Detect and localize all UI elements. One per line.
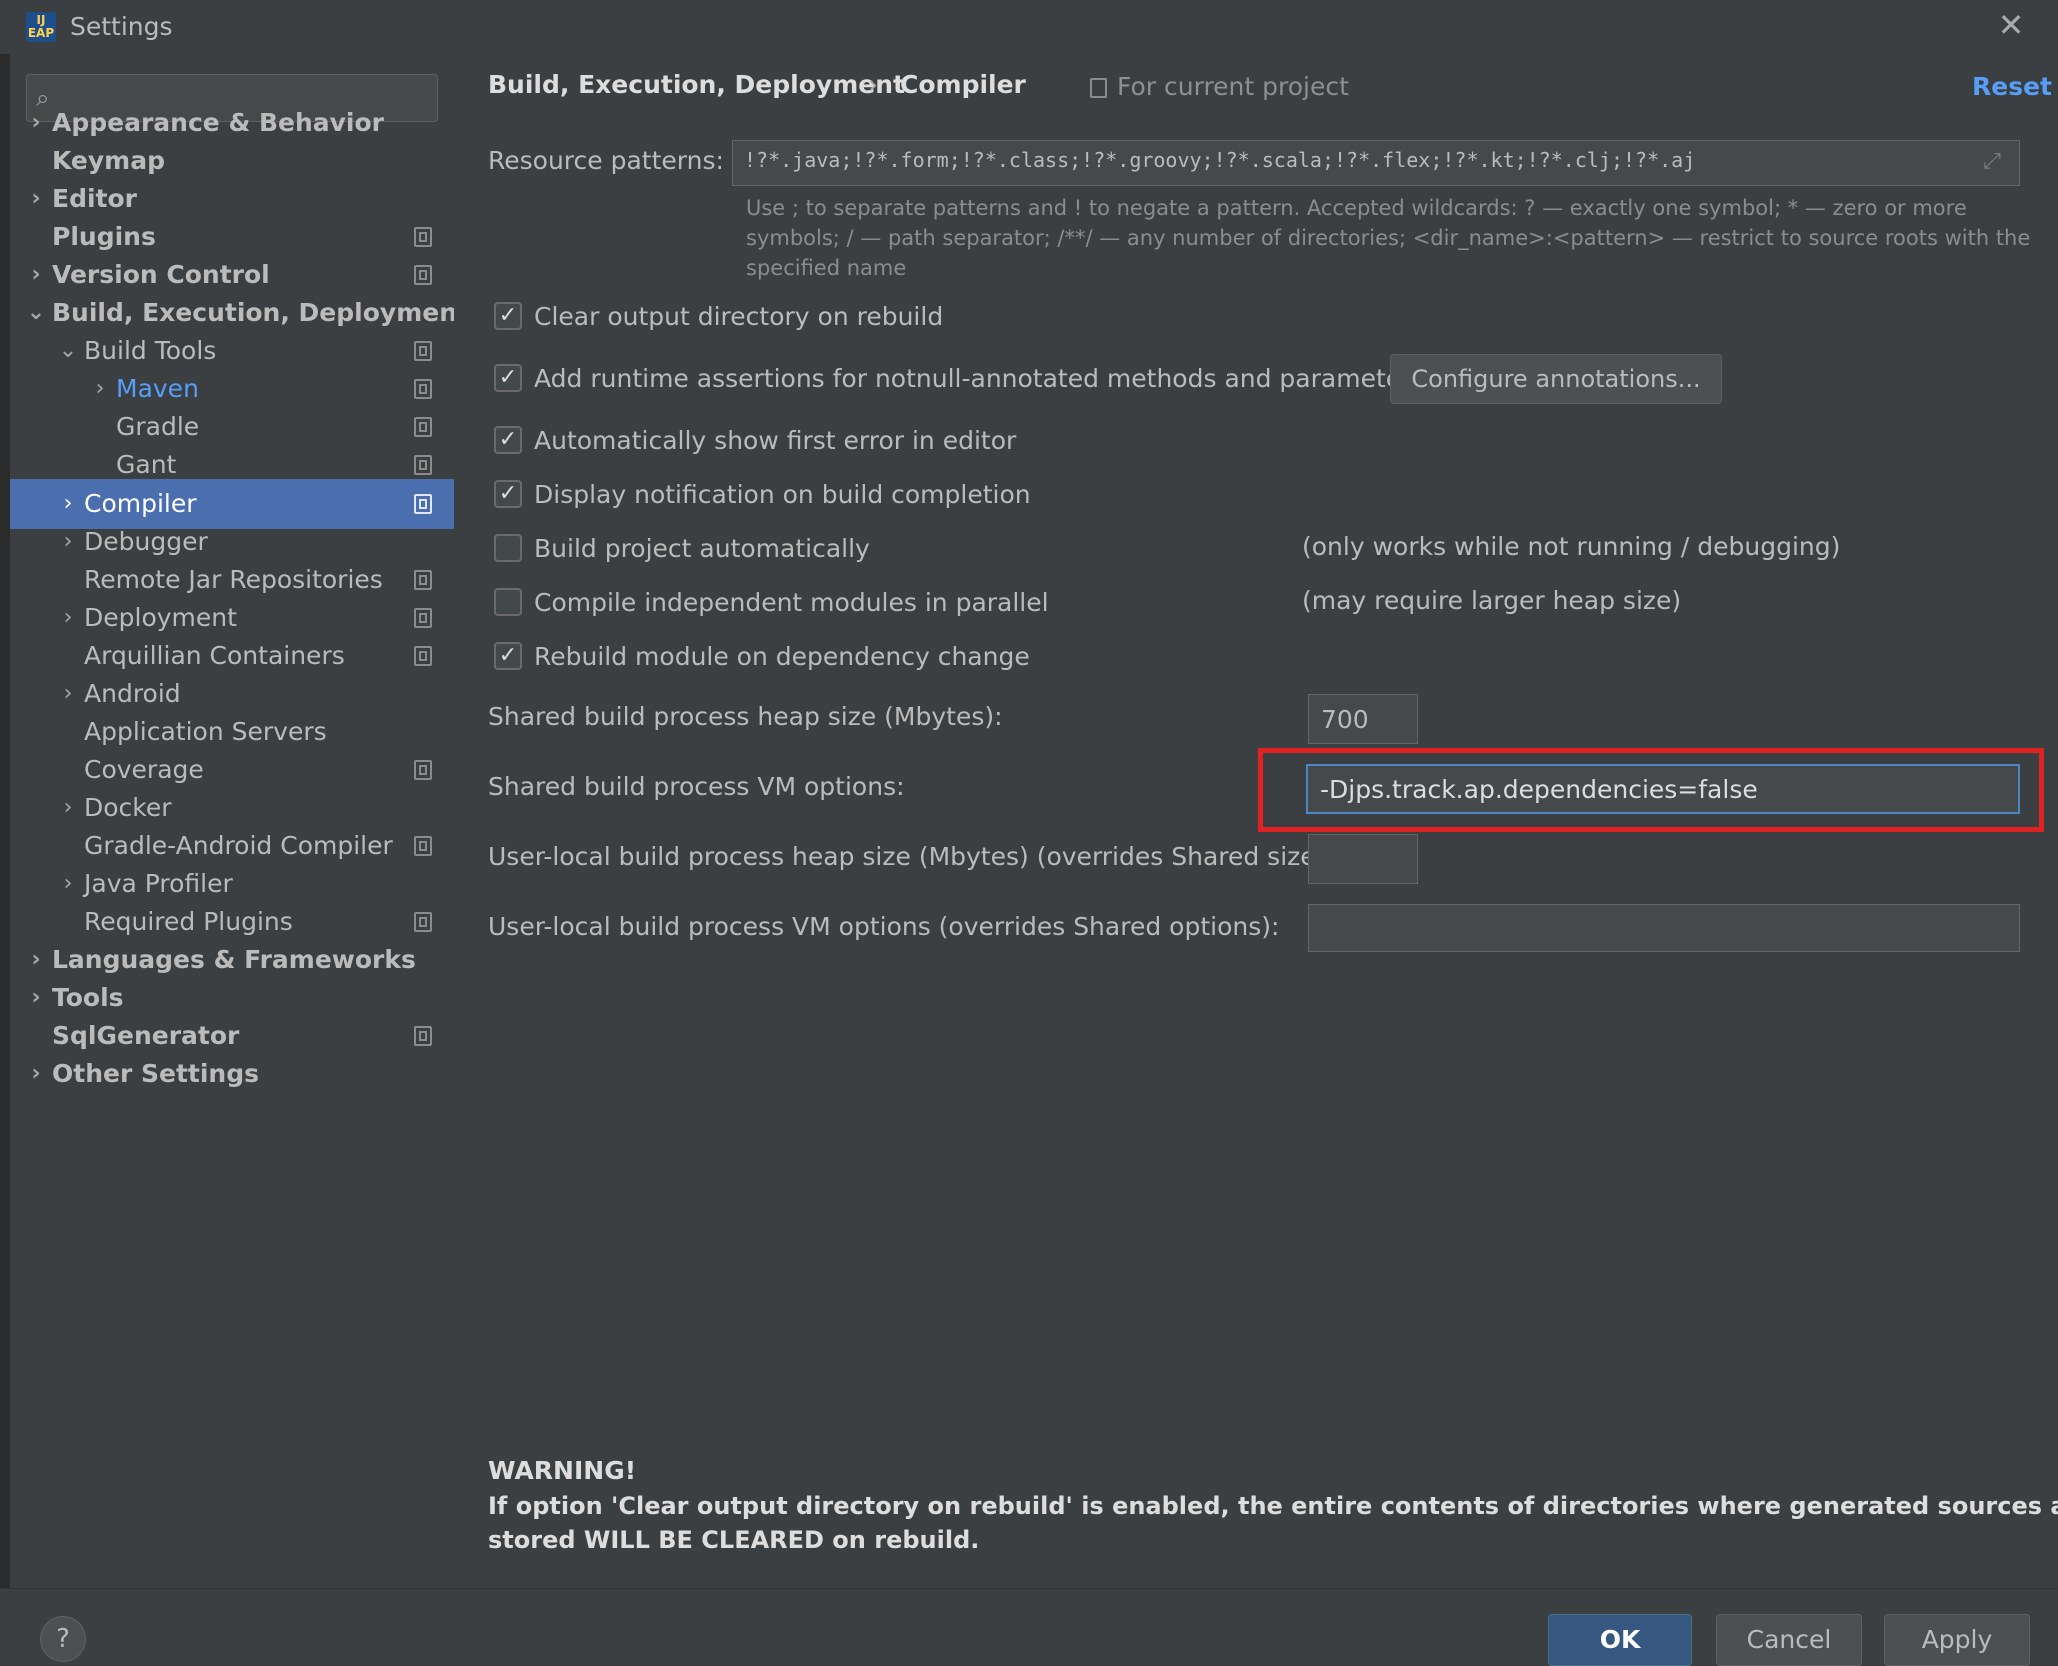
cancel-button[interactable]: Cancel bbox=[1716, 1614, 1862, 1666]
project-scope-icon bbox=[414, 608, 432, 628]
annotation-highlight-box bbox=[1258, 748, 2044, 832]
warning-text: If option 'Clear output directory on reb… bbox=[488, 1492, 2058, 1520]
chevron-right-icon: › bbox=[31, 1061, 41, 1086]
sidebar-item-other-settings[interactable]: › Other Settings bbox=[10, 1049, 454, 1099]
apply-button[interactable]: Apply bbox=[1884, 1614, 2030, 1666]
clear-output-label: Clear output directory on rebuild bbox=[534, 302, 944, 331]
background-editor-strip bbox=[0, 54, 10, 1642]
resource-patterns-value[interactable]: !?*.java;!?*.form;!?*.class;!?*.groovy;!… bbox=[744, 148, 1695, 172]
shared-heap-input[interactable]: 700 bbox=[1308, 694, 1418, 744]
shared-vm-label: Shared build process VM options: bbox=[488, 772, 905, 801]
configure-annotations-button[interactable]: Configure annotations... bbox=[1390, 354, 1722, 404]
shared-heap-label: Shared build process heap size (Mbytes): bbox=[488, 702, 1003, 731]
project-scope-icon bbox=[414, 227, 432, 247]
local-heap-label: User-local build process heap size (Mbyt… bbox=[488, 842, 1334, 871]
warning-title: WARNING! bbox=[488, 1456, 637, 1485]
window-title: Settings bbox=[70, 12, 173, 41]
breadcrumb-parent[interactable]: Build, Execution, Deployment bbox=[488, 70, 905, 99]
resource-hint-line: Use ; to separate patterns and ! to nega… bbox=[746, 196, 1967, 220]
parallel-compile-note: (may require larger heap size) bbox=[1302, 586, 1682, 615]
show-first-error-label: Automatically show first error in editor bbox=[534, 426, 1017, 455]
breadcrumb-separator: › bbox=[868, 70, 878, 99]
parallel-compile-label: Compile independent modules in parallel bbox=[534, 588, 1049, 617]
project-scope-icon bbox=[414, 912, 432, 932]
local-vm-input[interactable] bbox=[1308, 904, 2020, 952]
build-automatically-label: Build project automatically bbox=[534, 534, 870, 563]
local-vm-label: User-local build process VM options (ove… bbox=[488, 912, 1280, 941]
close-icon[interactable]: ✕ bbox=[1994, 8, 2028, 42]
help-button[interactable]: ? bbox=[40, 1616, 86, 1662]
project-scope-icon bbox=[414, 455, 432, 475]
build-notification-label: Display notification on build completion bbox=[534, 480, 1031, 509]
title-bar bbox=[0, 0, 2058, 54]
show-first-error-checkbox[interactable]: ✓ bbox=[494, 426, 522, 454]
page-title: Compiler bbox=[900, 70, 1026, 99]
project-scope-icon bbox=[414, 417, 432, 437]
scope-label: For current project bbox=[1117, 72, 1349, 101]
resource-patterns-label: Resource patterns: bbox=[488, 146, 724, 175]
resource-hint-line: specified name bbox=[746, 256, 907, 280]
build-automatically-note: (only works while not running / debuggin… bbox=[1302, 532, 1841, 561]
build-notification-checkbox[interactable]: ✓ bbox=[494, 480, 522, 508]
reset-link[interactable]: Reset bbox=[1972, 72, 2052, 101]
expand-icon[interactable]: ⤢ bbox=[1978, 148, 2006, 176]
build-automatically-checkbox[interactable] bbox=[494, 534, 522, 562]
project-scope-icon bbox=[1090, 78, 1107, 98]
warning-text: stored WILL BE CLEARED on rebuild. bbox=[488, 1526, 980, 1554]
parallel-compile-checkbox[interactable] bbox=[494, 588, 522, 616]
local-heap-input[interactable] bbox=[1308, 834, 1418, 884]
sidebar-item-label: Other Settings bbox=[52, 1059, 259, 1088]
runtime-assertions-label: Add runtime assertions for notnull-annot… bbox=[534, 364, 1425, 393]
rebuild-on-dependency-checkbox[interactable]: ✓ bbox=[494, 642, 522, 670]
project-scope-icon bbox=[414, 1026, 432, 1046]
project-scope-icon bbox=[414, 494, 432, 514]
clear-output-checkbox[interactable]: ✓ bbox=[494, 302, 522, 330]
project-scope-icon bbox=[414, 570, 432, 590]
runtime-assertions-checkbox[interactable]: ✓ bbox=[494, 364, 522, 392]
project-scope-icon bbox=[414, 646, 432, 666]
rebuild-on-dependency-label: Rebuild module on dependency change bbox=[534, 642, 1030, 671]
project-scope-icon bbox=[414, 836, 432, 856]
project-scope-icon bbox=[414, 265, 432, 285]
project-scope-icon bbox=[414, 760, 432, 780]
project-scope-icon bbox=[414, 379, 432, 399]
project-scope-icon bbox=[414, 341, 432, 361]
shared-heap-value: 700 bbox=[1321, 705, 1369, 734]
ok-button[interactable]: OK bbox=[1548, 1614, 1692, 1666]
resource-hint-line: symbols; / — path separator; /**/ — any … bbox=[746, 226, 2031, 250]
app-logo-icon: IJ EAP bbox=[26, 12, 56, 42]
